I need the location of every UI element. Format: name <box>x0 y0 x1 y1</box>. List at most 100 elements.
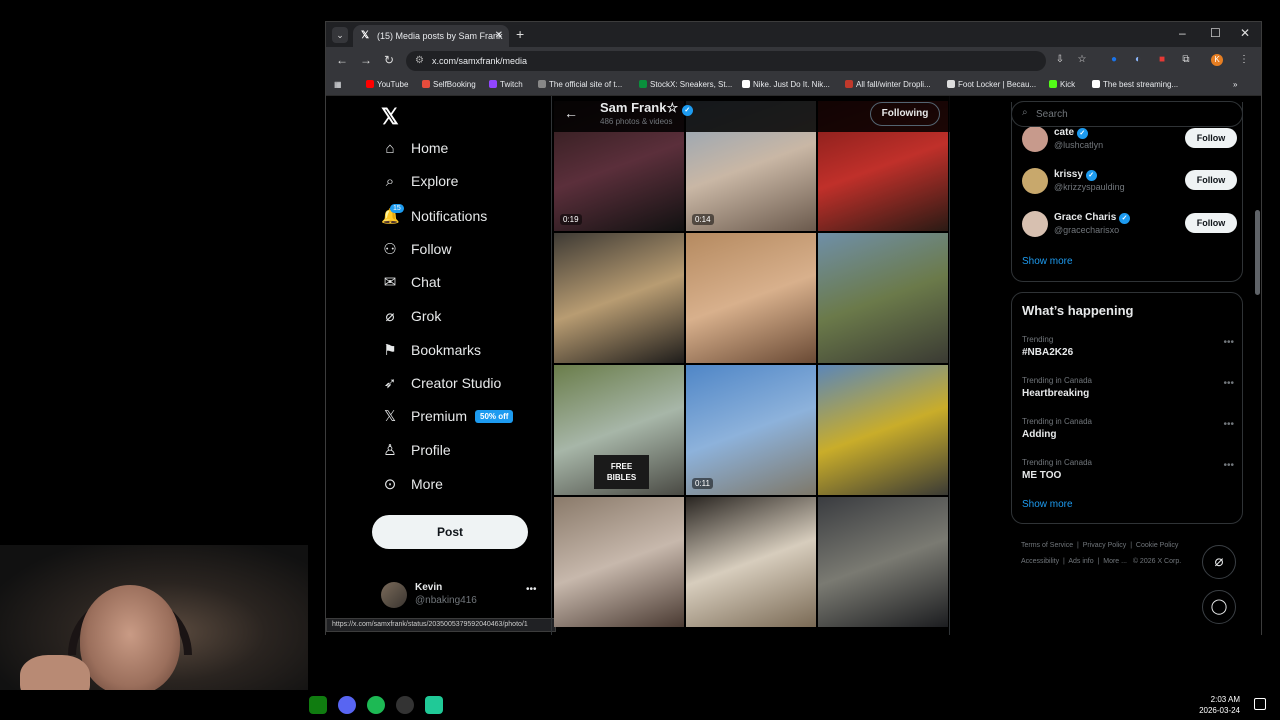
extension-2-icon[interactable]: ◐ <box>1132 54 1144 66</box>
bookmark-item[interactable]: SelfBooking <box>422 80 476 89</box>
tab-active[interactable]: 𝕏 (15) Media posts by Sam Frank ✕ <box>353 25 509 47</box>
bookmark-item[interactable]: StockX: Sneakers, St... <box>639 80 732 89</box>
bookmark-item[interactable]: Nike. Just Do It. Nik... <box>742 80 830 89</box>
new-tab-icon[interactable]: + <box>516 26 524 42</box>
video-duration: 0:14 <box>692 214 714 225</box>
show-more-link[interactable]: Show more <box>1022 499 1073 510</box>
follow-button[interactable]: Follow <box>1185 128 1237 148</box>
clock[interactable]: 2:03 AM 2026-03-24 <box>1199 694 1240 716</box>
follow-button[interactable]: Follow <box>1185 213 1237 233</box>
media-photo-thumbnail[interactable] <box>818 365 948 495</box>
trend-item[interactable]: Trending in Canada ME TOO ••• <box>1022 458 1234 481</box>
puzzle-icon[interactable]: ⧉ <box>1180 54 1192 66</box>
suggested-name: cate ✓ <box>1054 127 1088 139</box>
extension-3-icon[interactable]: ■ <box>1156 54 1168 66</box>
show-more-link[interactable]: Show more <box>1022 256 1073 267</box>
suggested-handle: @krizzyspaulding <box>1054 182 1125 192</box>
bookmark-item[interactable]: Foot Locker | Becau... <box>947 80 1036 89</box>
nav-item-more[interactable]: ⊙ More <box>381 475 443 501</box>
follow-button[interactable]: Follow <box>1185 170 1237 190</box>
verified-badge-icon: ✓ <box>1119 213 1131 224</box>
bookmark-item[interactable]: The best streaming... <box>1092 80 1178 89</box>
nav-item-profile[interactable]: ♙ Profile <box>381 441 450 467</box>
back-arrow-icon[interactable]: ← <box>336 53 348 67</box>
back-arrow-icon[interactable]: ← <box>564 105 578 121</box>
nav-item-home[interactable]: ⌂ Home <box>381 140 448 166</box>
more-bookmarks-icon[interactable]: » <box>1233 80 1237 89</box>
spotify-icon[interactable] <box>367 696 385 714</box>
star-icon[interactable]: ☆ <box>1076 54 1088 66</box>
footer-link[interactable]: Privacy Policy <box>1083 542 1127 549</box>
more-dots-icon[interactable]: ••• <box>526 584 537 595</box>
footer-link[interactable]: More ... <box>1103 558 1127 565</box>
minimize-icon[interactable]: – <box>1179 26 1186 40</box>
chat-float-icon[interactable]: ◯ <box>1202 590 1236 624</box>
scrollbar[interactable] <box>1253 96 1261 635</box>
search-input[interactable]: ⌕ Search <box>1011 101 1243 127</box>
reload-icon[interactable]: ↻ <box>384 53 394 67</box>
post-button[interactable]: Post <box>372 515 528 549</box>
close-icon[interactable]: ✕ <box>495 30 503 41</box>
address-bar[interactable]: ⚙ x.com/samxfrank/media <box>406 51 1046 71</box>
more-dots-icon[interactable]: ••• <box>1223 378 1234 389</box>
window-close-icon[interactable]: ✕ <box>1240 26 1250 40</box>
trend-context: Trending in Canada <box>1022 458 1092 467</box>
footer-link[interactable]: Accessibility <box>1021 558 1059 565</box>
trend-item[interactable]: Trending in Canada Heartbreaking ••• <box>1022 376 1234 399</box>
more-dots-icon[interactable]: ••• <box>1223 419 1234 430</box>
install-icon[interactable]: ⇩ <box>1054 54 1066 66</box>
bookmark-item[interactable]: All fall/winter Dropli... <box>845 80 931 89</box>
nav-item-grok[interactable]: ⌀ Grok <box>381 307 441 333</box>
bookmark-item[interactable]: YouTube <box>366 80 408 89</box>
media-photo-thumbnail[interactable]: FREE BIBLES <box>554 365 684 495</box>
nav-item-premium[interactable]: 𝕏 Premium 50% off <box>381 407 514 433</box>
maximize-icon[interactable]: ☐ <box>1210 26 1221 40</box>
media-video-thumbnail[interactable]: 0:11 <box>686 365 816 495</box>
bookmark-item[interactable]: The official site of t... <box>538 80 622 89</box>
avatar <box>381 582 407 608</box>
nav-item-creator-studio[interactable]: ➶ Creator Studio <box>381 374 502 400</box>
media-photo-thumbnail[interactable] <box>554 233 684 363</box>
forward-arrow-icon[interactable]: → <box>360 53 372 67</box>
bookmark-item[interactable]: Kick <box>1049 80 1075 89</box>
suggested-account[interactable]: Grace Charis ✓ @gracecharisxo Follow <box>1022 211 1237 241</box>
grok-float-icon[interactable]: ⌀ <box>1202 545 1236 579</box>
trend-item[interactable]: Trending #NBA2K26 ••• <box>1022 335 1234 358</box>
suggested-account[interactable]: cate ✓ @lushcatlyn Follow <box>1022 126 1237 156</box>
xbox-icon[interactable] <box>309 696 327 714</box>
extension-1-icon[interactable]: ● <box>1108 54 1120 66</box>
nav-item-explore[interactable]: ⌕ Explore <box>381 173 459 199</box>
4k-app-icon[interactable] <box>396 696 414 714</box>
suggested-account[interactable]: krissy ✓ @krizzyspaulding Follow <box>1022 168 1237 198</box>
nav-item-chat[interactable]: ✉ Chat <box>381 273 441 299</box>
trend-item[interactable]: Trending in Canada Adding ••• <box>1022 417 1234 440</box>
bookmark-item[interactable]: Twitch <box>489 80 523 89</box>
scrollbar-thumb[interactable] <box>1255 210 1260 295</box>
media-photo-thumbnail[interactable] <box>818 497 948 627</box>
x-logo-icon[interactable]: 𝕏 <box>381 104 399 130</box>
menu-dots-icon[interactable]: ⋮ <box>1238 54 1250 66</box>
profile-avatar-icon[interactable]: K <box>1211 54 1223 66</box>
site-info-icon[interactable]: ⚙ <box>415 55 424 66</box>
webcam-overlay <box>0 545 308 690</box>
tab-search-icon[interactable]: ⌄ <box>332 27 348 43</box>
footer-link[interactable]: Cookie Policy <box>1136 542 1178 549</box>
media-photo-thumbnail[interactable] <box>554 497 684 627</box>
promo-badge: 50% off <box>475 410 514 423</box>
notification-icon[interactable] <box>1254 698 1266 710</box>
media-photo-thumbnail[interactable] <box>686 233 816 363</box>
nav-label: Creator Studio <box>411 375 502 391</box>
nav-item-bookmarks[interactable]: ⚑ Bookmarks <box>381 341 481 367</box>
media-photo-thumbnail[interactable] <box>818 233 948 363</box>
footer-link[interactable]: Terms of Service <box>1021 542 1073 549</box>
following-button[interactable]: Following <box>870 102 940 126</box>
app-icon[interactable] <box>425 696 443 714</box>
discord-icon[interactable] <box>338 696 356 714</box>
more-dots-icon[interactable]: ••• <box>1223 337 1234 348</box>
footer-link[interactable]: Ads info <box>1068 558 1093 565</box>
more-dots-icon[interactable]: ••• <box>1223 460 1234 471</box>
nav-item-follow[interactable]: ⚇ Follow <box>381 240 451 266</box>
media-photo-thumbnail[interactable] <box>686 497 816 627</box>
apps-icon[interactable]: ▦ <box>334 80 342 89</box>
nav-item-notifications[interactable]: 🔔 15 Notifications <box>381 204 487 233</box>
